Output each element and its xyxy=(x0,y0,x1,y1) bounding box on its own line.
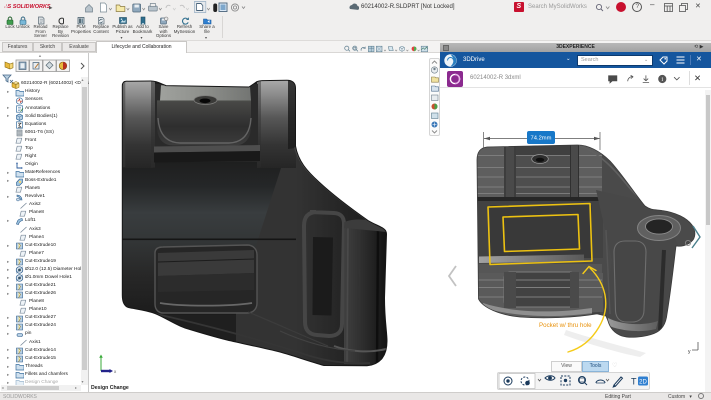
svg-text:2D: 2D xyxy=(639,380,647,386)
svg-text:i: i xyxy=(661,76,663,83)
svg-text:T: T xyxy=(631,377,637,387)
svg-text:y: y xyxy=(688,349,691,355)
svg-text:Pocket w/ thru hole: Pocket w/ thru hole xyxy=(539,322,592,329)
svg-text:x: x xyxy=(114,369,117,374)
svg-text:74.2mm: 74.2mm xyxy=(531,136,552,142)
